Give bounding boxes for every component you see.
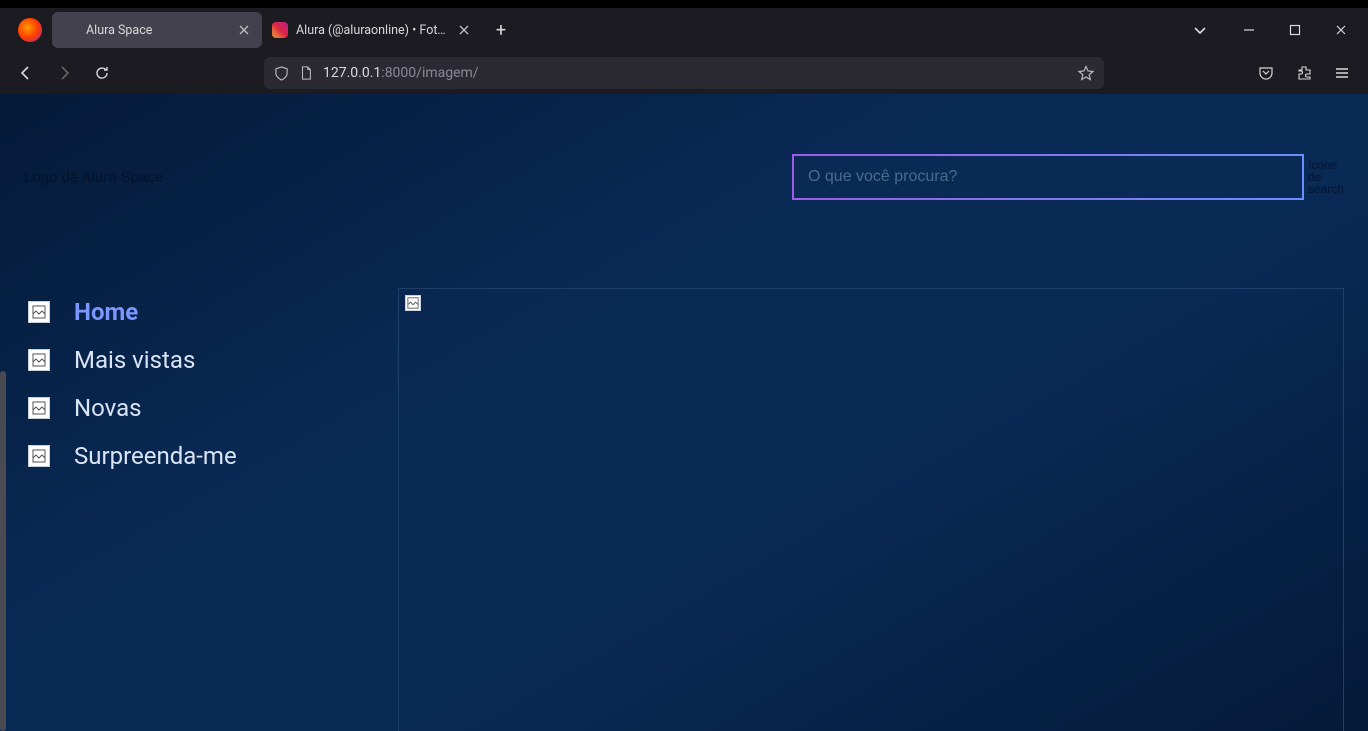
pocket-icon[interactable] — [1250, 57, 1282, 89]
shield-icon — [274, 66, 289, 81]
broken-image-icon — [28, 301, 50, 323]
search-input[interactable] — [792, 154, 1304, 200]
back-button[interactable] — [10, 57, 42, 89]
close-icon[interactable] — [236, 22, 252, 38]
tab-title: Alura (@aluraonline) • Fotos e v — [296, 23, 448, 38]
tab-title: Alura Space — [86, 23, 228, 38]
sidebar-item-label: Novas — [74, 394, 142, 422]
search-icon-alt-text: ícone de search — [1308, 159, 1344, 195]
extensions-icon[interactable] — [1288, 57, 1320, 89]
sidebar-item-label: Home — [74, 298, 138, 326]
forward-button[interactable] — [48, 57, 80, 89]
url-text: 127.0.0.1:8000/imagem/ — [323, 65, 1068, 81]
sidebar-item-mais-vistas[interactable]: Mais vistas — [28, 336, 390, 384]
page-header: Logo da Alura Space ícone de search — [24, 152, 1344, 202]
urlbar-left-icons — [274, 66, 313, 81]
firefox-icon — [18, 18, 42, 42]
broken-image-icon — [28, 445, 50, 467]
list-tabs-button[interactable] — [1182, 12, 1218, 48]
browser-tab[interactable]: Alura (@aluraonline) • Fotos e v — [262, 12, 482, 48]
maximize-button[interactable] — [1272, 12, 1318, 48]
broken-image-icon — [28, 397, 50, 419]
menu-icon[interactable] — [1326, 57, 1358, 89]
sidebar-item-label: Mais vistas — [74, 346, 195, 374]
tabs-container: Alura Space Alura (@aluraonline) • Fotos… — [52, 12, 1182, 48]
sidebar: Home Mais vistas Novas — [24, 288, 390, 731]
url-port: :8000 — [381, 65, 416, 81]
close-window-button[interactable] — [1318, 12, 1364, 48]
bookmark-icon[interactable] — [1078, 65, 1094, 81]
reload-button[interactable] — [86, 57, 118, 89]
tab-favicon — [272, 22, 288, 38]
sidebar-item-surpreenda-me[interactable]: Surpreenda-me — [28, 432, 390, 480]
page-content: Logo da Alura Space ícone de search Home — [0, 94, 1368, 731]
main-area: Home Mais vistas Novas — [24, 288, 1344, 731]
tab-bar: Alura Space Alura (@aluraonline) • Fotos… — [0, 8, 1368, 52]
window-controls — [1226, 12, 1364, 48]
tab-favicon — [62, 22, 78, 38]
tabbar-right — [1182, 12, 1368, 48]
url-bar[interactable]: 127.0.0.1:8000/imagem/ — [264, 57, 1104, 89]
minimize-button[interactable] — [1226, 12, 1272, 48]
url-host: 127.0.0.1 — [323, 65, 381, 81]
content-area — [398, 288, 1344, 731]
page-icon — [299, 66, 313, 80]
logo-alt-text: Logo da Alura Space — [24, 169, 163, 186]
page-viewport: Logo da Alura Space ícone de search Home — [0, 94, 1368, 731]
broken-image-icon — [405, 295, 421, 311]
close-icon[interactable] — [456, 22, 472, 38]
window-titlebar — [0, 0, 1368, 8]
sidebar-item-label: Surpreenda-me — [74, 442, 237, 470]
url-path: /imagem/ — [416, 65, 478, 81]
sidebar-item-home[interactable]: Home — [28, 288, 390, 336]
toolbar-right — [1250, 57, 1358, 89]
browser-chrome: Alura Space Alura (@aluraonline) • Fotos… — [0, 0, 1368, 94]
broken-image-icon — [28, 349, 50, 371]
sidebar-item-novas[interactable]: Novas — [28, 384, 390, 432]
scrollbar[interactable] — [0, 371, 6, 731]
search-wrap: ícone de search — [792, 154, 1344, 200]
new-tab-button[interactable]: + — [486, 15, 516, 45]
browser-tab[interactable]: Alura Space — [52, 12, 262, 48]
nav-toolbar: 127.0.0.1:8000/imagem/ — [0, 52, 1368, 94]
